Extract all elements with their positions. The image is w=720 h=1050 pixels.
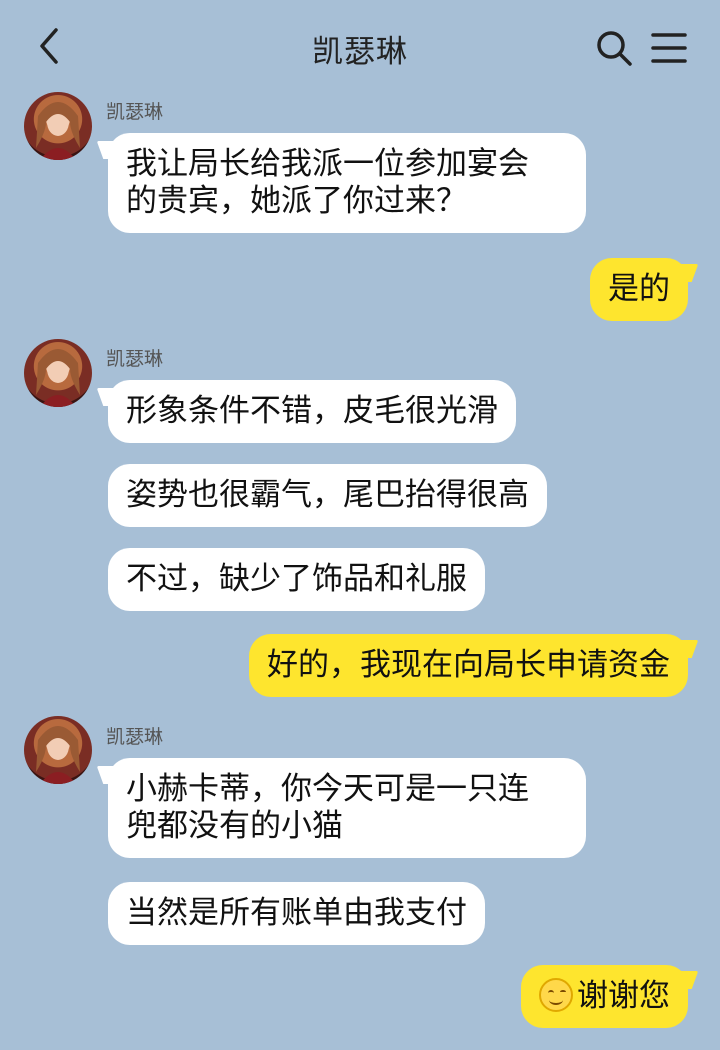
message-bubble-outgoing[interactable]: 谢谢您 xyxy=(521,965,688,1028)
portrait-avatar-image xyxy=(36,102,80,160)
message-bubble-incoming[interactable]: 姿势也很霸气，尾巴抬得很高 xyxy=(108,464,547,527)
message-text: 形象条件不错，皮毛很光滑 xyxy=(126,393,498,429)
message-text: 兜都没有的小猫 xyxy=(126,808,343,844)
search-button[interactable] xyxy=(594,28,634,68)
sender-name: 凯瑟琳 xyxy=(106,726,164,748)
message-text: 是的 xyxy=(608,271,670,307)
portrait-avatar-image xyxy=(36,349,80,407)
message-bubble-outgoing[interactable]: 是的 xyxy=(590,258,688,321)
smiling-face-emoji-icon xyxy=(539,978,573,1012)
message-bubble-outgoing[interactable]: 好的，我现在向局长申请资金 xyxy=(249,634,688,697)
portrait-avatar-image xyxy=(36,726,80,784)
top-bar: 凯瑟琳 xyxy=(0,0,720,92)
search-icon xyxy=(597,31,632,66)
message-text: 谢谢您 xyxy=(577,978,670,1014)
message-text: 我让局长给我派一位参加宴会 xyxy=(126,146,529,182)
message-bubble-incoming[interactable]: 不过，缺少了饰品和礼服 xyxy=(108,548,485,611)
message-text: 当然是所有账单由我支付 xyxy=(126,895,467,931)
message-bubble-incoming[interactable]: 小赫卡蒂，你今天可是一只连 兜都没有的小猫 xyxy=(108,758,586,858)
avatar[interactable] xyxy=(24,339,92,407)
menu-icon xyxy=(651,33,687,63)
avatar[interactable] xyxy=(24,92,92,160)
avatar[interactable] xyxy=(24,716,92,784)
message-text: 小赫卡蒂，你今天可是一只连 xyxy=(126,771,529,807)
message-text: 不过，缺少了饰品和礼服 xyxy=(126,561,467,597)
message-text: 好的，我现在向局长申请资金 xyxy=(267,647,670,683)
message-bubble-incoming[interactable]: 当然是所有账单由我支付 xyxy=(108,882,485,945)
sender-name: 凯瑟琳 xyxy=(106,348,164,370)
message-bubble-incoming[interactable]: 我让局长给我派一位参加宴会 的贵宾，她派了你过来？ xyxy=(108,133,586,233)
menu-button[interactable] xyxy=(650,30,688,66)
sender-name: 凯瑟琳 xyxy=(106,101,164,123)
message-text: 的贵宾，她派了你过来？ xyxy=(126,183,467,219)
message-bubble-incoming[interactable]: 形象条件不错，皮毛很光滑 xyxy=(108,380,516,443)
message-text: 姿势也很霸气，尾巴抬得很高 xyxy=(126,477,529,513)
